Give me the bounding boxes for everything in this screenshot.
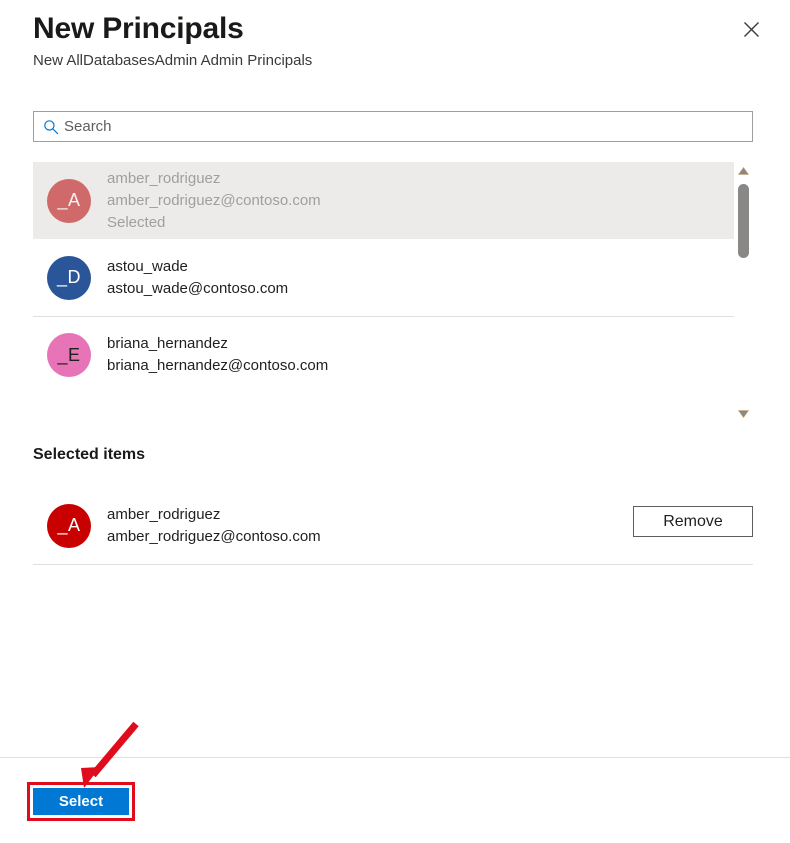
scroll-down-button[interactable] — [734, 405, 753, 422]
avatar: _D — [47, 255, 91, 300]
list-item[interactable]: _D astou_wade astou_wade@contoso.com — [33, 239, 734, 316]
results-scrollbar[interactable] — [734, 162, 753, 422]
list-item-name: amber_rodriguez — [107, 169, 221, 187]
search-input[interactable] — [64, 113, 752, 140]
list-item-email: briana_hernandez@contoso.com — [107, 357, 329, 374]
dialog-header: New Principals New AllDatabasesAdmin Adm… — [0, 0, 790, 92]
list-item-email: astou_wade@contoso.com — [107, 279, 289, 297]
search-results-list: _A amber_rodriguez amber_rodriguez@conto… — [33, 162, 734, 422]
selected-items-heading: Selected items — [33, 446, 146, 463]
footer-divider — [0, 757, 790, 758]
selected-item-row: _A amber_rodriguez amber_rodriguez@conto… — [33, 487, 753, 565]
scrollbar-thumb[interactable] — [738, 184, 749, 258]
selected-item-text: amber_rodriguez amber_rodriguez@contoso.… — [107, 504, 321, 548]
list-item-text: amber_rodriguez amber_rodriguez@contoso.… — [107, 168, 321, 234]
page-subtitle: New AllDatabasesAdmin Admin Principals — [33, 52, 313, 69]
search-box[interactable] — [33, 111, 753, 142]
annotation-arrow — [81, 721, 139, 788]
scroll-up-button[interactable] — [734, 162, 753, 179]
close-icon — [743, 21, 760, 38]
list-item[interactable]: _E briana_hernandez briana_hernandez@con… — [33, 316, 734, 393]
avatar: _A — [47, 178, 91, 223]
selected-item-email: amber_rodriguez@contoso.com — [107, 527, 321, 545]
selected-items-list: _A amber_rodriguez amber_rodriguez@conto… — [33, 487, 753, 565]
list-item-status: Selected — [107, 213, 166, 231]
selected-item-name: amber_rodriguez — [107, 505, 221, 523]
list-item-name: astou_wade — [107, 257, 188, 275]
list-item-text: astou_wade astou_wade@contoso.com — [107, 256, 288, 300]
search-results-panel: _A amber_rodriguez amber_rodriguez@conto… — [33, 162, 753, 422]
remove-button[interactable]: Remove — [633, 506, 753, 537]
search-icon — [34, 119, 64, 135]
avatar: _A — [47, 503, 91, 548]
list-item-email: amber_rodriguez@contoso.com — [107, 191, 321, 209]
list-item-name: briana_hernandez — [107, 335, 228, 352]
scrollbar-track[interactable] — [734, 179, 753, 405]
list-item: _A amber_rodriguez amber_rodriguez@conto… — [33, 162, 734, 239]
close-button[interactable] — [734, 12, 768, 46]
list-item-text: briana_hernandez briana_hernandez@contos… — [107, 333, 328, 377]
select-button[interactable]: Select — [33, 788, 129, 815]
avatar: _E — [47, 333, 91, 377]
page-title: New Principals — [33, 12, 244, 45]
chevron-down-icon — [737, 405, 750, 423]
chevron-up-icon — [737, 162, 750, 180]
